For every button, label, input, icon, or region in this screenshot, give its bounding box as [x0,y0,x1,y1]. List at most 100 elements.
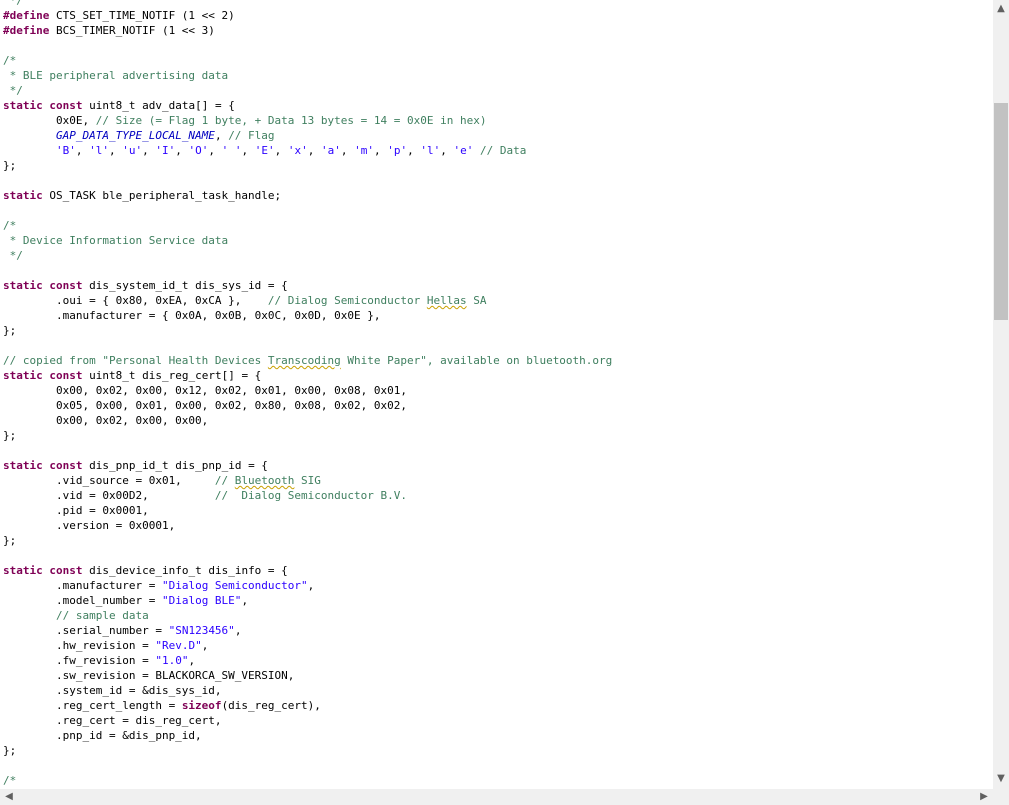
scroll-right-arrow-icon[interactable]: ▶ [976,789,992,805]
code-token: .sw_revision = BLACKORCA_SW_VERSION, [3,669,295,682]
code-token: .reg_cert_length = [3,699,182,712]
horizontal-scrollbar[interactable]: ◀ ▶ [0,789,993,805]
code-token: dis_pnp_id_t dis_pnp_id = { [82,459,268,472]
code-line: .hw_revision = "Rev.D", [3,638,612,653]
code-token: uint8_t adv_data[] = { [82,99,235,112]
code-line: .manufacturer = { 0x0A, 0x0B, 0x0C, 0x0D… [3,308,612,323]
code-editor[interactable]: */ #define CTS_SET_TIME_NOTIF (1 << 2) #de… [0,0,993,789]
code-token: , [241,144,255,157]
code-line: .version = 0x0001, [3,518,612,533]
code-token: "1.0" [155,654,189,667]
code-token: 'a' [320,144,341,157]
code-line: * BLE peripheral advertising data [3,68,612,83]
code-line: /* [3,773,612,788]
code-token: , [234,624,242,637]
code-token: * Device Information Service data [3,234,229,247]
code-token: 0x05, 0x00, 0x01, 0x00, 0x02, 0x80, 0x08… [3,399,407,412]
scroll-left-arrow-icon[interactable]: ◀ [1,789,17,805]
code-line: 0x00, 0x02, 0x00, 0x12, 0x02, 0x01, 0x00… [3,383,612,398]
code-line: #define BCS_TIMER_NOTIF (1 << 3) [3,23,612,38]
code-token: , [75,144,90,157]
code-token: /* [3,774,17,787]
code-token: }; [3,324,17,337]
code-token: }; [3,429,17,442]
code-token: .pid = 0x0001, [3,504,149,517]
code-token: */ [3,249,23,262]
code-token: 'l' [89,144,109,157]
code-line: // sample data [3,608,612,623]
code-token: 'x' [287,144,308,157]
code-token: ' ' [221,144,242,157]
code-line: * Device Information Service data [3,233,612,248]
code-token: Transcoding [267,354,341,367]
code-token: , [373,144,388,157]
code-line: .oui = { 0x80, 0xEA, 0xCA }, // Dialog S… [3,293,612,308]
code-token: static [3,564,43,577]
code-token: // Dialog Semiconductor B.V. [214,489,407,502]
code-token: const [49,564,83,577]
code-token: .model_number = [3,594,162,607]
code-token: static [3,459,43,472]
code-token: 'E' [254,144,275,157]
code-token: #define [3,9,50,22]
code-token: Hellas [426,294,467,307]
vertical-scroll-thumb[interactable] [994,103,1008,320]
code-token: const [49,99,83,112]
code-line: }; [3,428,612,443]
code-token: }; [3,159,17,172]
code-token: .pnp_id = &dis_pnp_id, [3,729,202,742]
code-token: // sample data [55,609,149,622]
code-token: static [3,189,43,202]
code-token: */ [3,0,23,7]
code-token: 0x00, 0x02, 0x00, 0x12, 0x02, 0x01, 0x00… [3,384,407,397]
code-lines: */ #define CTS_SET_TIME_NOTIF (1 << 2) #de… [3,0,612,788]
code-token: "Dialog BLE" [161,594,242,607]
code-line: .reg_cert_length = sizeof(dis_reg_cert), [3,698,612,713]
scrollbar-corner [993,789,1009,805]
code-token: , [407,144,421,157]
code-line: .manufacturer = "Dialog Semiconductor", [3,578,612,593]
vertical-scrollbar[interactable]: ▲ ▼ [993,0,1009,789]
code-token: , [108,144,123,157]
code-token: , [201,639,209,652]
code-token: // Size (= Flag 1 byte, + Data 13 bytes … [95,114,487,127]
code-token: .vid = 0x00D2, [3,489,215,502]
code-token: "SN123456" [168,624,235,637]
code-token: 'e' [453,144,474,157]
code-token: static [3,369,43,382]
code-line: /* [3,218,612,233]
code-token: 'I' [155,144,176,157]
code-token: 0x00, 0x02, 0x00, 0x00, [3,414,209,427]
scroll-down-arrow-icon[interactable]: ▼ [993,771,1009,787]
code-token: */ [3,84,23,97]
code-token: 'm' [354,144,374,157]
code-token: Bluetooth [234,474,295,487]
code-token: static [3,279,43,292]
code-line: }; [3,158,612,173]
code-token: "Dialog Semiconductor" [161,579,308,592]
code-token: // copied from "Personal Health Devices [3,354,268,367]
code-line: .pnp_id = &dis_pnp_id, [3,728,612,743]
code-token: }; [3,534,17,547]
code-token: , [175,144,189,157]
code-line: static const dis_device_info_t dis_info … [3,563,612,578]
code-line: static const dis_system_id_t dis_sys_id … [3,278,612,293]
code-line: .system_id = &dis_sys_id, [3,683,612,698]
code-token: White Paper", available on bluetooth.org [340,354,613,367]
code-line: 0x00, 0x02, 0x00, 0x00, [3,413,612,428]
code-token: "Rev.D" [155,639,202,652]
code-token: .reg_cert = dis_reg_cert, [3,714,222,727]
code-line: static const uint8_t adv_data[] = { [3,98,612,113]
code-line: */ [3,248,612,263]
code-token: .vid_source = 0x01, [3,474,215,487]
code-token: SA [466,294,487,307]
code-token: CTS_SET_TIME_NOTIF (1 << 2) [49,9,235,22]
code-token: * BLE peripheral advertising data [3,69,229,82]
scroll-up-arrow-icon[interactable]: ▲ [993,1,1009,17]
